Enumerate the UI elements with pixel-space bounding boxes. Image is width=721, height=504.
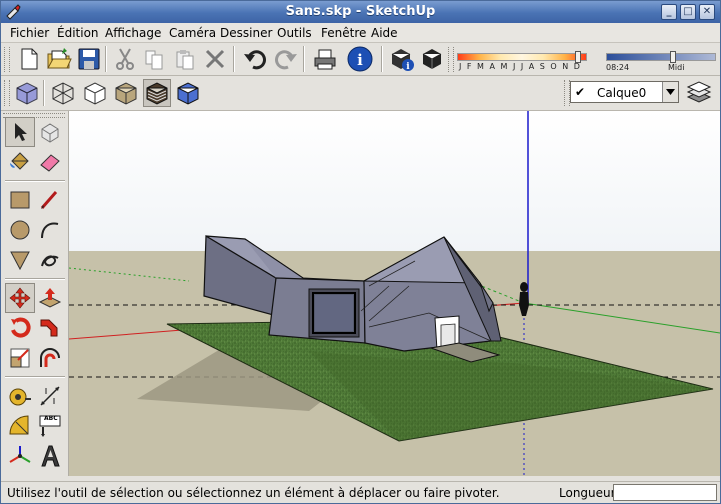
paste-icon[interactable]: [171, 45, 199, 73]
status-message: Utilisez l'outil de sélection ou sélecti…: [7, 486, 500, 500]
measurement-label: Longueur: [559, 486, 616, 500]
months-scale: J F M A M J J A S O N D: [459, 62, 582, 71]
delete-icon[interactable]: [201, 45, 229, 73]
sketchup-window: Sans.skp - SketchUp _ □ ✕ Fichier Éditio…: [0, 0, 721, 504]
freehand-tool-icon[interactable]: [35, 245, 65, 275]
xray-style-icon[interactable]: [13, 79, 41, 107]
rotate-tool-icon[interactable]: [5, 313, 35, 343]
protractor-icon[interactable]: [5, 411, 35, 441]
svg-text:i: i: [357, 51, 363, 69]
layer-visible-check[interactable]: ✔: [575, 85, 585, 99]
select-tool-icon[interactable]: [5, 117, 35, 147]
polygon-tool-icon[interactable]: [5, 245, 35, 275]
time-label: 08:24: [606, 63, 630, 72]
minimize-button[interactable]: _: [661, 4, 677, 20]
chevron-down-icon[interactable]: [662, 82, 678, 102]
svg-text:i: i: [406, 62, 410, 72]
layer-name: Calque0: [597, 86, 647, 100]
sky: [69, 111, 720, 251]
status-bar: Utilisez l'outil de sélection ou sélecti…: [1, 481, 720, 503]
save-icon[interactable]: [75, 45, 103, 73]
measurement-input[interactable]: [613, 484, 717, 501]
close-button[interactable]: ✕: [699, 4, 715, 20]
rectangle-tool-icon[interactable]: [5, 185, 35, 215]
maximize-button[interactable]: □: [680, 4, 696, 20]
time-slider-thumb[interactable]: [670, 51, 676, 63]
monochrome-style-icon[interactable]: [174, 79, 202, 107]
layer-dropdown[interactable]: ✔ Calque0: [570, 81, 679, 103]
paint-bucket-icon[interactable]: [5, 147, 35, 177]
layer-manager-icon[interactable]: [685, 79, 713, 107]
menu-bar: Fichier Édition Affichage Caméra Dessine…: [1, 23, 720, 43]
redo-icon[interactable]: [272, 45, 300, 73]
menu-fichier[interactable]: Fichier: [10, 26, 49, 40]
print-icon[interactable]: [311, 45, 339, 73]
menu-affichage[interactable]: Affichage: [105, 26, 161, 40]
offset-tool-icon[interactable]: [35, 343, 65, 373]
shadow-date-slider[interactable]: J F M A M J J A S O N D: [457, 51, 597, 73]
large-tool-set: ABC: [1, 111, 69, 476]
shadow-time-slider[interactable]: 08:24 Midi: [606, 51, 718, 73]
menu-outils[interactable]: Outils: [277, 26, 312, 40]
move-tool-icon[interactable]: [5, 283, 35, 313]
standard-toolbar: i i J F M A M J J A S O N D 08:24 Midi: [1, 43, 720, 76]
3d-text-icon[interactable]: [35, 441, 65, 471]
model-info-icon[interactable]: i: [346, 45, 374, 73]
title-bar[interactable]: Sans.skp - SketchUp _ □ ✕: [1, 1, 720, 23]
dimension-tool-icon[interactable]: [35, 381, 65, 411]
tape-measure-icon[interactable]: [5, 381, 35, 411]
eraser-icon[interactable]: [35, 147, 65, 177]
menu-camera[interactable]: Caméra: [169, 26, 216, 40]
follow-me-icon[interactable]: [35, 313, 65, 343]
text-tool-icon[interactable]: ABC: [35, 411, 65, 441]
text-tool-label: ABC: [44, 415, 58, 422]
menu-fenetre[interactable]: Fenêtre: [321, 26, 366, 40]
materials-info-icon[interactable]: [419, 45, 447, 73]
hidden-line-style-icon[interactable]: [81, 79, 109, 107]
wireframe-style-icon[interactable]: [49, 79, 77, 107]
make-component-icon[interactable]: [35, 117, 65, 147]
shaded-textures-style-icon[interactable]: [143, 79, 171, 107]
style-toolbar: ✔ Calque0: [1, 76, 720, 111]
menu-dessiner[interactable]: Dessiner: [220, 26, 272, 40]
scale-tool-icon[interactable]: [5, 343, 35, 373]
toolbar-grip[interactable]: [4, 47, 10, 72]
menu-aide[interactable]: Aide: [371, 26, 398, 40]
scene-canvas[interactable]: [69, 111, 720, 476]
menu-edition[interactable]: Édition: [57, 26, 99, 40]
line-tool-icon[interactable]: [35, 185, 65, 215]
copy-icon[interactable]: [141, 45, 169, 73]
component-info-icon[interactable]: i: [388, 45, 416, 73]
modeling-viewport[interactable]: [69, 111, 720, 476]
shaded-style-icon[interactable]: [112, 79, 140, 107]
push-pull-icon[interactable]: [35, 283, 65, 313]
circle-tool-icon[interactable]: [5, 215, 35, 245]
new-file-icon[interactable]: [15, 45, 43, 73]
noon-label: Midi: [668, 63, 685, 72]
arc-tool-icon[interactable]: [35, 215, 65, 245]
window-title: Sans.skp - SketchUp: [285, 4, 436, 19]
open-file-icon[interactable]: [45, 45, 73, 73]
cut-icon[interactable]: [111, 45, 139, 73]
axes-tool-icon[interactable]: [5, 441, 35, 471]
undo-icon[interactable]: [241, 45, 269, 73]
